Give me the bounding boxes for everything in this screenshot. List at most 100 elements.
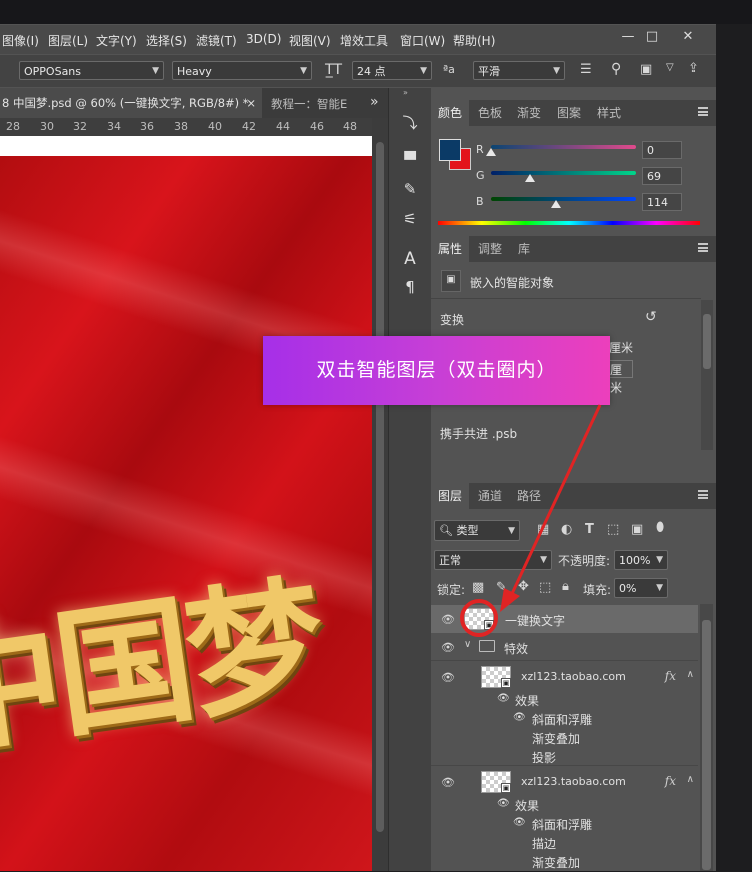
menu-help[interactable]: 帮助(H) (453, 32, 495, 49)
eye-icon[interactable]: 👁︎ (513, 712, 526, 723)
channel-b-thumb[interactable] (551, 200, 562, 208)
layer-group-row[interactable]: 👁︎ ∨ 特效 (431, 634, 698, 660)
close-window-button[interactable]: ✕ (674, 27, 702, 47)
fx-icon[interactable]: fx (665, 774, 676, 788)
channel-g-slider[interactable] (491, 171, 636, 175)
layer-thumbnail[interactable]: ▣ (481, 666, 511, 688)
filter-pixel-icon[interactable]: ▦ (537, 522, 549, 537)
effect-bevel[interactable]: 斜面和浮雕 (532, 816, 592, 833)
font-family-select[interactable]: OPPOSans ▼ (19, 61, 164, 80)
chevron-down-icon[interactable]: ▽ (666, 62, 674, 73)
tab-properties[interactable]: 属性 (431, 236, 470, 262)
tab-libraries[interactable]: 库 (511, 236, 537, 262)
properties-scrollbar[interactable] (701, 300, 713, 450)
fx-icon[interactable]: fx (665, 669, 676, 683)
layer-row-selected[interactable]: 👁︎ ▣ 一键换文字 (431, 605, 698, 633)
panel-menu-icon[interactable] (698, 107, 708, 116)
fill-input[interactable]: 0% ▼ (614, 578, 668, 598)
align-left-icon[interactable]: ☰ (580, 62, 592, 77)
unit-input[interactable]: 厘米 (607, 360, 633, 395)
tab-color[interactable]: 颜色 (431, 100, 470, 126)
tab-gradients[interactable]: 渐变 (510, 100, 548, 126)
panel-menu-icon[interactable] (698, 490, 708, 499)
brush-icon[interactable]: ✎ (399, 178, 421, 200)
font-style-select[interactable]: Heavy ▼ (172, 61, 312, 80)
lock-all-icon[interactable]: 🔒︎ (562, 579, 569, 594)
eye-icon[interactable]: 👁︎ (441, 671, 455, 684)
tab-adjustments[interactable]: 调整 (471, 236, 509, 262)
layer-thumbnail[interactable]: ▣ (481, 771, 511, 793)
effect-stroke[interactable]: 描边 (532, 835, 556, 852)
scrollbar-thumb[interactable] (376, 142, 384, 832)
adjust-icon[interactable]: ⚟ (399, 208, 421, 230)
blend-mode-select[interactable]: 正常 ▼ (434, 550, 552, 570)
tab-layers[interactable]: 图层 (431, 483, 470, 509)
channel-r-slider[interactable] (491, 145, 636, 149)
opacity-input[interactable]: 100% ▼ (614, 550, 668, 570)
color-spectrum-ramp[interactable] (438, 221, 700, 225)
scrollbar-thumb[interactable] (703, 314, 711, 369)
chevron-up-icon[interactable]: ∧ (687, 774, 694, 785)
layer-row[interactable]: 👁︎ ▣ xzl123.taobao.com fx ∧ 👁︎ 效果 👁︎ 斜面和… (431, 660, 698, 765)
artwork-image[interactable]: 中国梦 (0, 156, 372, 871)
reset-transform-icon[interactable]: ↺ (645, 309, 657, 325)
panel-menu-icon[interactable] (698, 243, 708, 252)
lock-transparency-icon[interactable]: ▩ (472, 580, 484, 595)
menu-type[interactable]: 文字(Y) (96, 32, 137, 49)
filter-shape-icon[interactable]: ⬚ (607, 522, 619, 537)
character-icon[interactable]: A (399, 248, 421, 270)
channel-b-input[interactable]: 114 (642, 193, 682, 211)
lock-position-icon[interactable]: ✥ (518, 579, 529, 594)
channel-g-input[interactable]: 69 (642, 167, 682, 185)
close-tab-icon[interactable]: × (246, 88, 256, 118)
layer-filter-select[interactable]: 🔍︎ 类型 ▼ (434, 520, 520, 541)
lock-pixels-icon[interactable]: ✎ (496, 580, 507, 595)
eye-icon[interactable]: 👁︎ (513, 817, 526, 828)
tab-active-document[interactable]: 8 中国梦.psd @ 60% (一键换文字, RGB/8#) * × (0, 88, 262, 118)
menu-layer[interactable]: 图层(L) (48, 32, 88, 49)
foreground-color-swatch[interactable] (439, 139, 461, 161)
search-icon[interactable]: ⚲ (611, 61, 621, 77)
restore-button[interactable]: □ (638, 27, 666, 47)
eye-icon[interactable]: 👁︎ (497, 693, 510, 704)
tab-channels[interactable]: 通道 (471, 483, 509, 509)
filter-adjustment-icon[interactable]: ◐ (561, 522, 572, 537)
chevron-up-icon[interactable]: ∧ (687, 669, 694, 680)
eye-icon[interactable]: 👁︎ (441, 776, 455, 789)
history-icon[interactable]: ⤵ (399, 112, 421, 134)
effect-bevel[interactable]: 斜面和浮雕 (532, 711, 592, 728)
channel-g-thumb[interactable] (525, 174, 536, 182)
eye-icon[interactable]: 👁︎ (441, 641, 455, 654)
menu-filter[interactable]: 滤镜(T) (196, 32, 237, 49)
effect-gradient-overlay[interactable]: 渐变叠加 (532, 730, 580, 747)
tab-swatches[interactable]: 色板 (471, 100, 509, 126)
filter-toggle-icon[interactable]: ⬮ (656, 520, 664, 535)
lock-artboard-icon[interactable]: ⬚ (539, 580, 551, 595)
tab-styles[interactable]: 样式 (590, 100, 628, 126)
menu-select[interactable]: 选择(S) (146, 32, 187, 49)
character-style-icon[interactable]: ▄ (399, 140, 421, 162)
tab-inactive-document[interactable]: 教程一：智能E (271, 96, 347, 112)
tab-patterns[interactable]: 图案 (550, 100, 588, 126)
scrollbar-thumb[interactable] (702, 620, 711, 870)
canvas-scrollbar[interactable] (372, 118, 388, 871)
eye-icon[interactable]: 👁︎ (441, 613, 455, 626)
menu-3d[interactable]: 3D(D) (246, 32, 281, 46)
tab-paths[interactable]: 路径 (510, 483, 548, 509)
effect-drop-shadow[interactable]: 投影 (532, 749, 556, 766)
channel-b-slider[interactable] (491, 197, 636, 201)
layers-scrollbar[interactable] (700, 604, 713, 871)
share-icon[interactable]: ⇪ (688, 61, 699, 76)
paragraph-icon[interactable]: ¶ (399, 276, 421, 298)
menu-window[interactable]: 窗口(W) (400, 32, 445, 49)
channel-r-thumb[interactable] (486, 148, 496, 156)
more-tabs-icon[interactable]: » (370, 94, 379, 110)
menu-view[interactable]: 视图(V) (289, 32, 331, 49)
eye-icon[interactable]: 👁︎ (497, 798, 510, 809)
chevron-down-icon[interactable]: ∨ (464, 639, 471, 650)
channel-r-input[interactable]: 0 (642, 141, 682, 159)
antialias-select[interactable]: 平滑 ▼ (473, 61, 565, 80)
filter-smart-object-icon[interactable]: ▣ (631, 522, 643, 537)
menu-image[interactable]: 图像(I) (2, 32, 39, 49)
filter-type-icon[interactable]: T (585, 522, 594, 537)
